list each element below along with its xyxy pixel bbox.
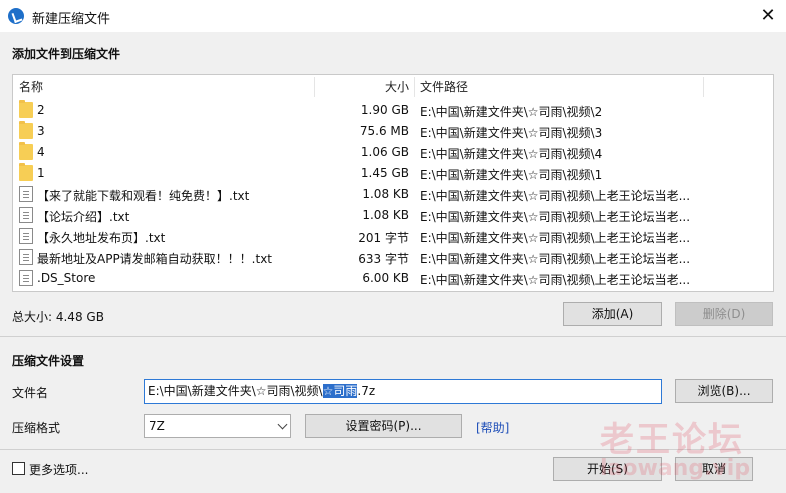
file-size: 1.45 GB xyxy=(360,166,409,180)
file-row[interactable]: 最新地址及APP请发邮箱自动获取！！！.txt 633 字节 E:\中国\新建文… xyxy=(13,247,773,268)
file-path: E:\中国\新建文件夹\☆司雨\视频\上老王论坛当老... xyxy=(420,273,690,287)
filename-input[interactable]: E:\中国\新建文件夹\☆司雨\视频\☆司雨.7z xyxy=(144,379,662,404)
column-divider[interactable] xyxy=(314,77,315,97)
folder-icon xyxy=(19,142,33,160)
dialog-body: 添加文件到压缩文件 名称 大小 文件路径 2 1.90 GB E:\中国\新建文… xyxy=(0,32,786,493)
more-options-label[interactable]: 更多选项... xyxy=(29,461,88,478)
more-options-checkbox[interactable] xyxy=(12,462,25,475)
file-name: .DS_Store xyxy=(37,271,96,285)
column-header-path[interactable]: 文件路径 xyxy=(420,75,468,99)
filename-label: 文件名 xyxy=(12,386,49,400)
blank-file-icon xyxy=(19,270,33,286)
column-divider[interactable] xyxy=(414,77,415,97)
add-files-section-title: 添加文件到压缩文件 xyxy=(12,47,121,61)
file-name: 3 xyxy=(37,124,45,138)
watermark-logo: 老王论坛 xyxy=(600,420,744,460)
file-size: 201 字节 xyxy=(358,231,409,245)
chevron-down-icon xyxy=(277,419,288,430)
app-logo-icon xyxy=(8,8,24,24)
column-header-size[interactable]: 大小 xyxy=(385,75,409,99)
start-button[interactable]: 开始(S) xyxy=(553,457,662,481)
total-size: 总大小: 4.48 GB xyxy=(12,310,104,324)
file-row[interactable]: 【来了就能下载和观看！纯免费！】.txt 1.08 KB E:\中国\新建文件夹… xyxy=(13,184,773,205)
section-divider xyxy=(0,336,786,337)
add-button[interactable]: 添加(A) xyxy=(563,302,662,326)
file-row[interactable]: 3 75.6 MB E:\中国\新建文件夹\☆司雨\视频\3 xyxy=(13,121,773,142)
file-path: E:\中国\新建文件夹\☆司雨\视频\上老王论坛当老... xyxy=(420,210,690,224)
file-row[interactable]: 2 1.90 GB E:\中国\新建文件夹\☆司雨\视频\2 xyxy=(13,100,773,121)
file-size: 1.08 KB xyxy=(362,187,409,201)
column-header-name[interactable]: 名称 xyxy=(19,75,43,99)
format-label: 压缩格式 xyxy=(12,421,61,435)
file-path: E:\中国\新建文件夹\☆司雨\视频\1 xyxy=(420,168,603,182)
cancel-button[interactable]: 取消 xyxy=(675,457,753,481)
file-list[interactable]: 名称 大小 文件路径 2 1.90 GB E:\中国\新建文件夹\☆司雨\视频\… xyxy=(12,74,774,292)
format-value: 7Z xyxy=(149,419,165,433)
file-name: 最新地址及APP请发邮箱自动获取！！！.txt xyxy=(37,252,273,266)
help-link[interactable]: [帮助] xyxy=(476,419,509,436)
file-name: 【论坛介绍】.txt xyxy=(37,210,130,224)
delete-button[interactable]: 删除(D) xyxy=(675,302,773,326)
folder-icon xyxy=(19,121,33,139)
file-size: 1.08 KB xyxy=(362,208,409,222)
text-file-icon xyxy=(19,249,33,265)
set-password-button[interactable]: 设置密码(P)... xyxy=(305,414,462,438)
text-file-icon xyxy=(19,228,33,244)
column-divider[interactable] xyxy=(703,77,704,97)
filename-text: E:\中国\新建文件夹\☆司雨\视频\ xyxy=(148,384,323,398)
folder-icon xyxy=(19,100,33,118)
browse-button[interactable]: 浏览(B)... xyxy=(675,379,773,403)
file-path: E:\中国\新建文件夹\☆司雨\视频\3 xyxy=(420,126,603,140)
file-path: E:\中国\新建文件夹\☆司雨\视频\上老王论坛当老... xyxy=(420,252,690,266)
file-path: E:\中国\新建文件夹\☆司雨\视频\上老王论坛当老... xyxy=(420,189,690,203)
file-size: 6.00 KB xyxy=(362,271,409,285)
file-size: 1.06 GB xyxy=(360,145,409,159)
file-name: 【永久地址发布页】.txt xyxy=(37,231,166,245)
file-size: 75.6 MB xyxy=(359,124,409,138)
filename-extension: .7z xyxy=(357,384,376,398)
file-row[interactable]: 4 1.06 GB E:\中国\新建文件夹\☆司雨\视频\4 xyxy=(13,142,773,163)
file-row[interactable]: 1 1.45 GB E:\中国\新建文件夹\☆司雨\视频\1 xyxy=(13,163,773,184)
file-name: 1 xyxy=(37,166,45,180)
file-path: E:\中国\新建文件夹\☆司雨\视频\2 xyxy=(420,105,603,119)
file-size: 633 字节 xyxy=(358,252,409,266)
window-title: 新建压缩文件 xyxy=(32,12,111,27)
filename-selected-text: ☆司雨 xyxy=(322,384,358,398)
file-row[interactable]: 【论坛介绍】.txt 1.08 KB E:\中国\新建文件夹\☆司雨\视频\上老… xyxy=(13,205,773,226)
file-name: 【来了就能下载和观看！纯免费！】.txt xyxy=(37,189,250,203)
format-select[interactable]: 7Z xyxy=(144,414,291,438)
file-row[interactable]: .DS_Store 6.00 KB E:\中国\新建文件夹\☆司雨\视频\上老王… xyxy=(13,268,773,289)
file-path: E:\中国\新建文件夹\☆司雨\视频\4 xyxy=(420,147,603,161)
text-file-icon xyxy=(19,207,33,223)
file-size: 1.90 GB xyxy=(360,103,409,117)
file-path: E:\中国\新建文件夹\☆司雨\视频\上老王论坛当老... xyxy=(420,231,690,245)
settings-section-title: 压缩文件设置 xyxy=(12,354,85,368)
file-row[interactable]: 【永久地址发布页】.txt 201 字节 E:\中国\新建文件夹\☆司雨\视频\… xyxy=(13,226,773,247)
section-divider xyxy=(0,449,786,450)
title-bar: 新建压缩文件 ✕ xyxy=(0,0,786,32)
file-name: 2 xyxy=(37,103,45,117)
file-name: 4 xyxy=(37,145,45,159)
folder-icon xyxy=(19,163,33,181)
text-file-icon xyxy=(19,186,33,202)
close-icon[interactable]: ✕ xyxy=(752,2,784,30)
